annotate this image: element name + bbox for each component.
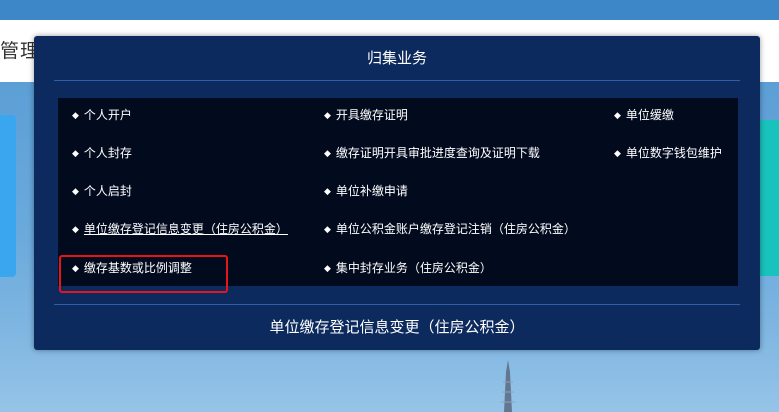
menu-item-unit-registration-change[interactable]: ◆ 单位缴存登记信息变更（住房公积金）: [72, 220, 288, 237]
modal-footer-selection: 单位缴存登记信息变更（住房公积金）: [269, 318, 525, 336]
menu-item-personal-seal[interactable]: ◆ 个人封存: [72, 144, 132, 161]
highlight-box: [59, 255, 228, 293]
diamond-bullet-icon: ◆: [324, 111, 331, 121]
menu-item-unit-account-cancel[interactable]: ◆ 单位公积金账户缴存登记注销（住房公积金）: [324, 220, 576, 237]
modal-divider-top: [54, 80, 740, 81]
menu-item-unit-deferred-payment[interactable]: ◆ 单位缓缴: [614, 106, 674, 123]
menu-item-personal-open-account[interactable]: ◆ 个人开户: [72, 106, 132, 123]
diamond-bullet-icon: ◆: [324, 187, 331, 197]
menu-item-digital-wallet-maintenance[interactable]: ◆ 单位数字钱包维护: [614, 144, 722, 161]
diamond-bullet-icon: ◆: [72, 225, 79, 235]
left-service-tile[interactable]: [0, 115, 16, 277]
menu-item-deposit-certificate[interactable]: ◆ 开具缴存证明: [324, 106, 408, 123]
business-modal: 归集业务 ◆ 个人开户 ◆ 个人封存 ◆ 个人启封 ◆ 单位缴存登记信息变更（住房公积金…: [34, 36, 760, 350]
menu-item-certificate-progress-query[interactable]: ◆ 缴存证明开具审批进度查询及证明下载: [324, 144, 540, 161]
right-service-tile[interactable]: [760, 120, 779, 276]
diamond-bullet-icon: ◆: [72, 187, 79, 197]
modal-title: 归集业务: [366, 49, 427, 67]
diamond-bullet-icon: ◆: [72, 149, 79, 159]
menu-item-personal-unseal[interactable]: ◆ 个人启封: [72, 182, 132, 199]
diamond-bullet-icon: ◆: [324, 149, 331, 159]
diamond-bullet-icon: ◆: [324, 225, 331, 235]
tower-illustration: [501, 360, 515, 412]
modal-divider-bottom: [54, 304, 740, 305]
diamond-bullet-icon: ◆: [72, 111, 79, 121]
top-banner-strip: [0, 0, 779, 20]
diamond-bullet-icon: ◆: [614, 111, 621, 121]
menu-item-centralized-seal[interactable]: ◆ 集中封存业务（住房公积金）: [324, 259, 492, 276]
diamond-bullet-icon: ◆: [324, 264, 331, 274]
menu-item-unit-supplementary-payment[interactable]: ◆ 单位补缴申请: [324, 182, 408, 199]
diamond-bullet-icon: ◆: [614, 149, 621, 159]
